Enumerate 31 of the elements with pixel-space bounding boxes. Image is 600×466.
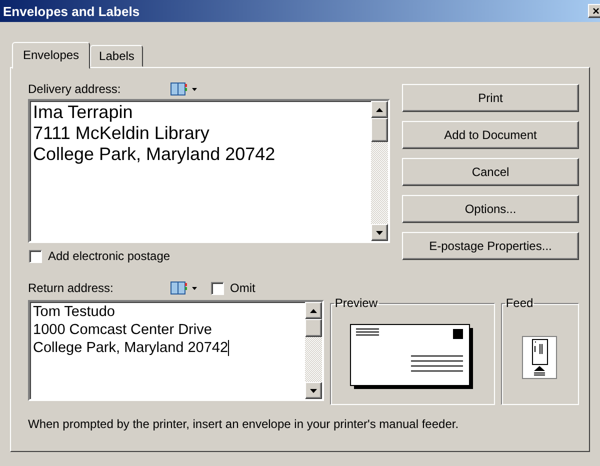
scrollbar[interactable]: [371, 101, 388, 241]
envelope-feed-icon[interactable]: [522, 336, 558, 378]
tab[interactable]: Envelopes: [12, 42, 90, 69]
address-field[interactable]: Tom Testudo 1000 Comcast Center Drive College Park, Maryland 20742: [28, 300, 324, 401]
instruction-text: When prompted by the printer, insert an envelope in your printer's manual feeder.: [28, 417, 460, 431]
scroll-up-icon[interactable]: [376, 108, 383, 112]
checkbox-label: Omit: [230, 281, 256, 295]
scroll-down-icon[interactable]: [310, 388, 317, 392]
address-field[interactable]: Ima Terrapin 7111 McKeldin Library College Park, Maryland 20742: [28, 99, 390, 243]
scrollbar-thumb[interactable]: [304, 319, 322, 337]
tab[interactable]: Labels: [90, 45, 144, 67]
window-title: Envelopes and Labels: [3, 4, 140, 18]
group-label: Feed: [504, 296, 534, 310]
scroll-up-icon[interactable]: [310, 308, 317, 312]
field-label: Return address:: [28, 281, 114, 295]
group-label: Preview: [334, 296, 378, 310]
scroll-down-icon[interactable]: [376, 230, 383, 234]
checkbox-label: Add electronic postage: [48, 249, 170, 263]
scrollbar[interactable]: [304, 302, 322, 399]
dialog-button[interactable]: Print: [402, 84, 579, 112]
close-button[interactable]: ×: [588, 4, 600, 18]
checkbox[interactable]: [211, 282, 224, 294]
dialog-button[interactable]: Add to Document: [402, 121, 579, 149]
dialog-button[interactable]: E-postage Properties...: [402, 232, 579, 260]
address-book-icon[interactable]: [170, 82, 197, 96]
scrollbar-thumb[interactable]: [371, 118, 388, 142]
field-label: Delivery address:: [28, 82, 122, 96]
address-book-icon[interactable]: [170, 281, 197, 295]
checkbox[interactable]: [29, 250, 42, 262]
dialog-button[interactable]: Cancel: [402, 158, 579, 186]
dialog-button[interactable]: Options...: [402, 195, 579, 223]
